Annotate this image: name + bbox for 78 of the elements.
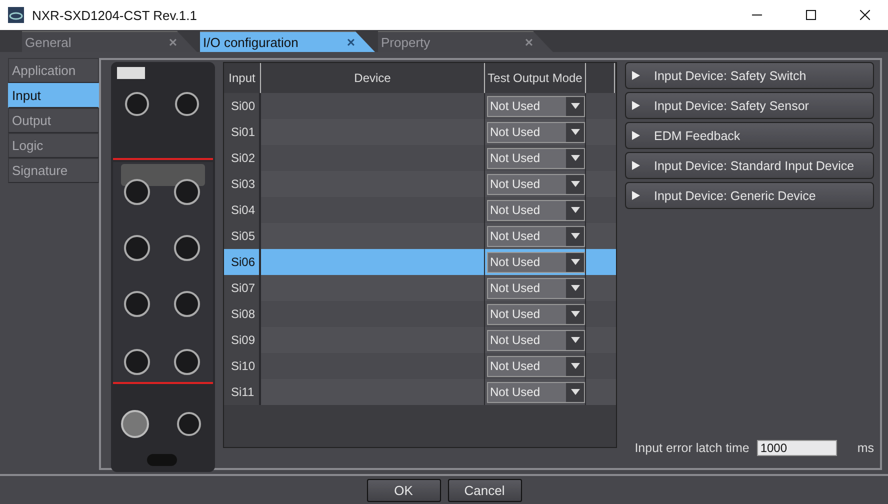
table-row[interactable]: Si09 Not Used [224,327,616,353]
window-title: NXR-SXD1204-CST Rev.1.1 [32,8,198,22]
latch-time-field[interactable]: 1000 [757,440,838,456]
tab[interactable]: I/O configuration × [200,31,375,52]
table-row[interactable]: Si03 Not Used [224,171,616,197]
mode-dropdown[interactable]: Not Used [487,252,585,272]
table-row[interactable]: Si01 Not Used [224,119,616,145]
input-cell: Si01 [224,119,261,145]
table-row[interactable]: Si04 Not Used [224,197,616,223]
mode-dropdown[interactable]: Not Used [487,174,585,194]
input-cell: Si00 [224,93,261,119]
close-icon[interactable] [860,10,870,20]
caret-icon [570,207,580,213]
mode-dropdown[interactable]: Not Used [487,382,585,402]
mode-dropdown[interactable]: Not Used [487,356,585,376]
caret-icon [570,129,580,135]
maximize-icon[interactable] [806,10,816,20]
mode-dropdown[interactable]: Not Used [487,304,585,324]
caret-icon [570,155,580,161]
sidebar-item[interactable]: Signature [8,158,99,183]
caret-icon [570,311,580,317]
input-cell: Si11 [224,379,261,405]
device-group-button[interactable]: Input Device: Standard Input Device [625,152,874,179]
input-cell: Si08 [224,301,261,327]
mode-dropdown[interactable]: Not Used [487,330,585,350]
expand-icon [632,131,640,140]
table-row[interactable]: Si05 Not Used [224,223,616,249]
device-group-button[interactable]: Input Device: Safety Switch [625,62,874,89]
tab[interactable]: General × [22,31,197,52]
table-row[interactable]: Si08 Not Used [224,301,616,327]
caret-icon [570,337,580,343]
tab-label: Property [381,34,430,50]
caret-icon [570,285,580,291]
input-cell: Si03 [224,171,261,197]
table-row[interactable]: Si06 Not Used [224,249,616,275]
input-cell: Si07 [224,275,261,301]
mode-dropdown[interactable]: Not Used [487,96,585,116]
tab-close-button[interactable]: × [346,34,355,50]
latch-time-label: Input error latch time [634,441,750,455]
app-icon [8,7,24,23]
caret-icon [570,363,580,369]
input-cell: Si10 [224,353,261,379]
cancel-button[interactable]: Cancel [448,478,522,502]
table-row[interactable]: Si00 Not Used [224,93,616,119]
caret-icon [570,389,580,395]
device-group-button[interactable]: Input Device: Generic Device [625,182,874,209]
unit-label: ms [857,441,874,455]
mode-dropdown[interactable]: Not Used [487,278,585,298]
table-row[interactable]: Si11 Not Used [224,379,616,405]
sidebar-item[interactable]: Output [8,108,99,133]
expand-icon [632,101,640,110]
expand-icon [632,191,640,200]
caret-icon [570,103,580,109]
mode-dropdown[interactable]: Not Used [487,226,585,246]
ok-button[interactable]: OK [366,478,440,502]
sidebar-item[interactable]: Logic [8,133,99,158]
tab-label: General [25,34,72,50]
mode-dropdown[interactable]: Not Used [487,200,585,220]
expand-icon [632,71,640,80]
device-group-button[interactable]: Input Device: Safety Sensor [625,92,874,119]
sidebar-item[interactable]: Input [8,83,99,108]
table-row[interactable]: Si07 Not Used [224,275,616,301]
table-row[interactable]: Si02 Not Used [224,145,616,171]
input-cell: Si02 [224,145,261,171]
sidebar-item[interactable]: Application [8,58,99,83]
mode-dropdown[interactable]: Not Used [487,148,585,168]
tab[interactable]: Property × [378,31,553,52]
input-cell: Si05 [224,223,261,249]
input-cell: Si09 [224,327,261,353]
tab-label: I/O configuration [203,34,298,50]
table-row[interactable]: Si10 Not Used [224,353,616,379]
caret-icon [570,233,580,239]
mode-dropdown[interactable]: Not Used [487,122,585,142]
device-group-button[interactable]: EDM Feedback [625,122,874,149]
caret-icon [570,259,580,265]
caret-icon [570,181,580,187]
input-cell: Si04 [224,197,261,223]
expand-icon [632,161,640,170]
